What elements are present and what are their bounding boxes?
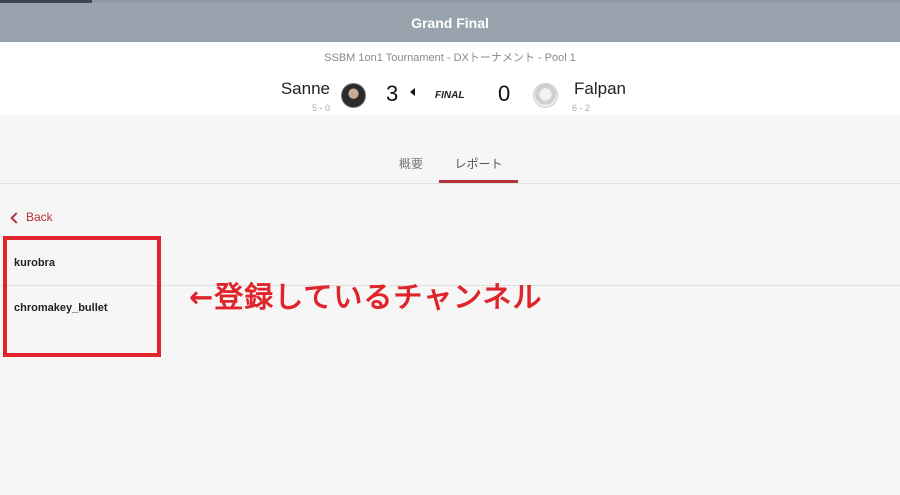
player1-score: 3 xyxy=(386,81,399,106)
player2-name[interactable]: Falpan xyxy=(574,79,626,99)
back-label: Back xyxy=(26,210,53,224)
annotation-highlight-box xyxy=(3,236,161,357)
back-button[interactable]: Back xyxy=(10,210,53,224)
player2-record: 6 - 2 xyxy=(572,103,591,113)
annotation-label: ←登録しているチャンネル xyxy=(189,280,543,314)
player1-name[interactable]: Sanne xyxy=(281,79,330,99)
match-header: Grand Final xyxy=(0,3,900,42)
player1-avatar-icon[interactable] xyxy=(341,83,366,108)
match-title: Grand Final xyxy=(411,14,489,31)
tournament-subtitle: SSBM 1on1 Tournament - DXトーナメント - Pool 1 xyxy=(324,52,576,64)
chevron-left-icon xyxy=(10,211,22,224)
match-status: FINAL xyxy=(435,90,465,101)
player1-record: 5 - 0 xyxy=(311,103,330,113)
tab-report[interactable]: レポート xyxy=(439,155,518,172)
tab-bar: 概要 レポート xyxy=(0,150,900,183)
tabs-divider xyxy=(0,183,900,184)
match-card: SSBM 1on1 Tournament - DXトーナメント - Pool 1… xyxy=(0,42,900,115)
winner-indicator-icon xyxy=(410,88,415,96)
tab-overview[interactable]: 概要 xyxy=(399,155,423,172)
player2-avatar-icon[interactable] xyxy=(533,83,558,108)
player2-score: 0 xyxy=(498,81,511,106)
